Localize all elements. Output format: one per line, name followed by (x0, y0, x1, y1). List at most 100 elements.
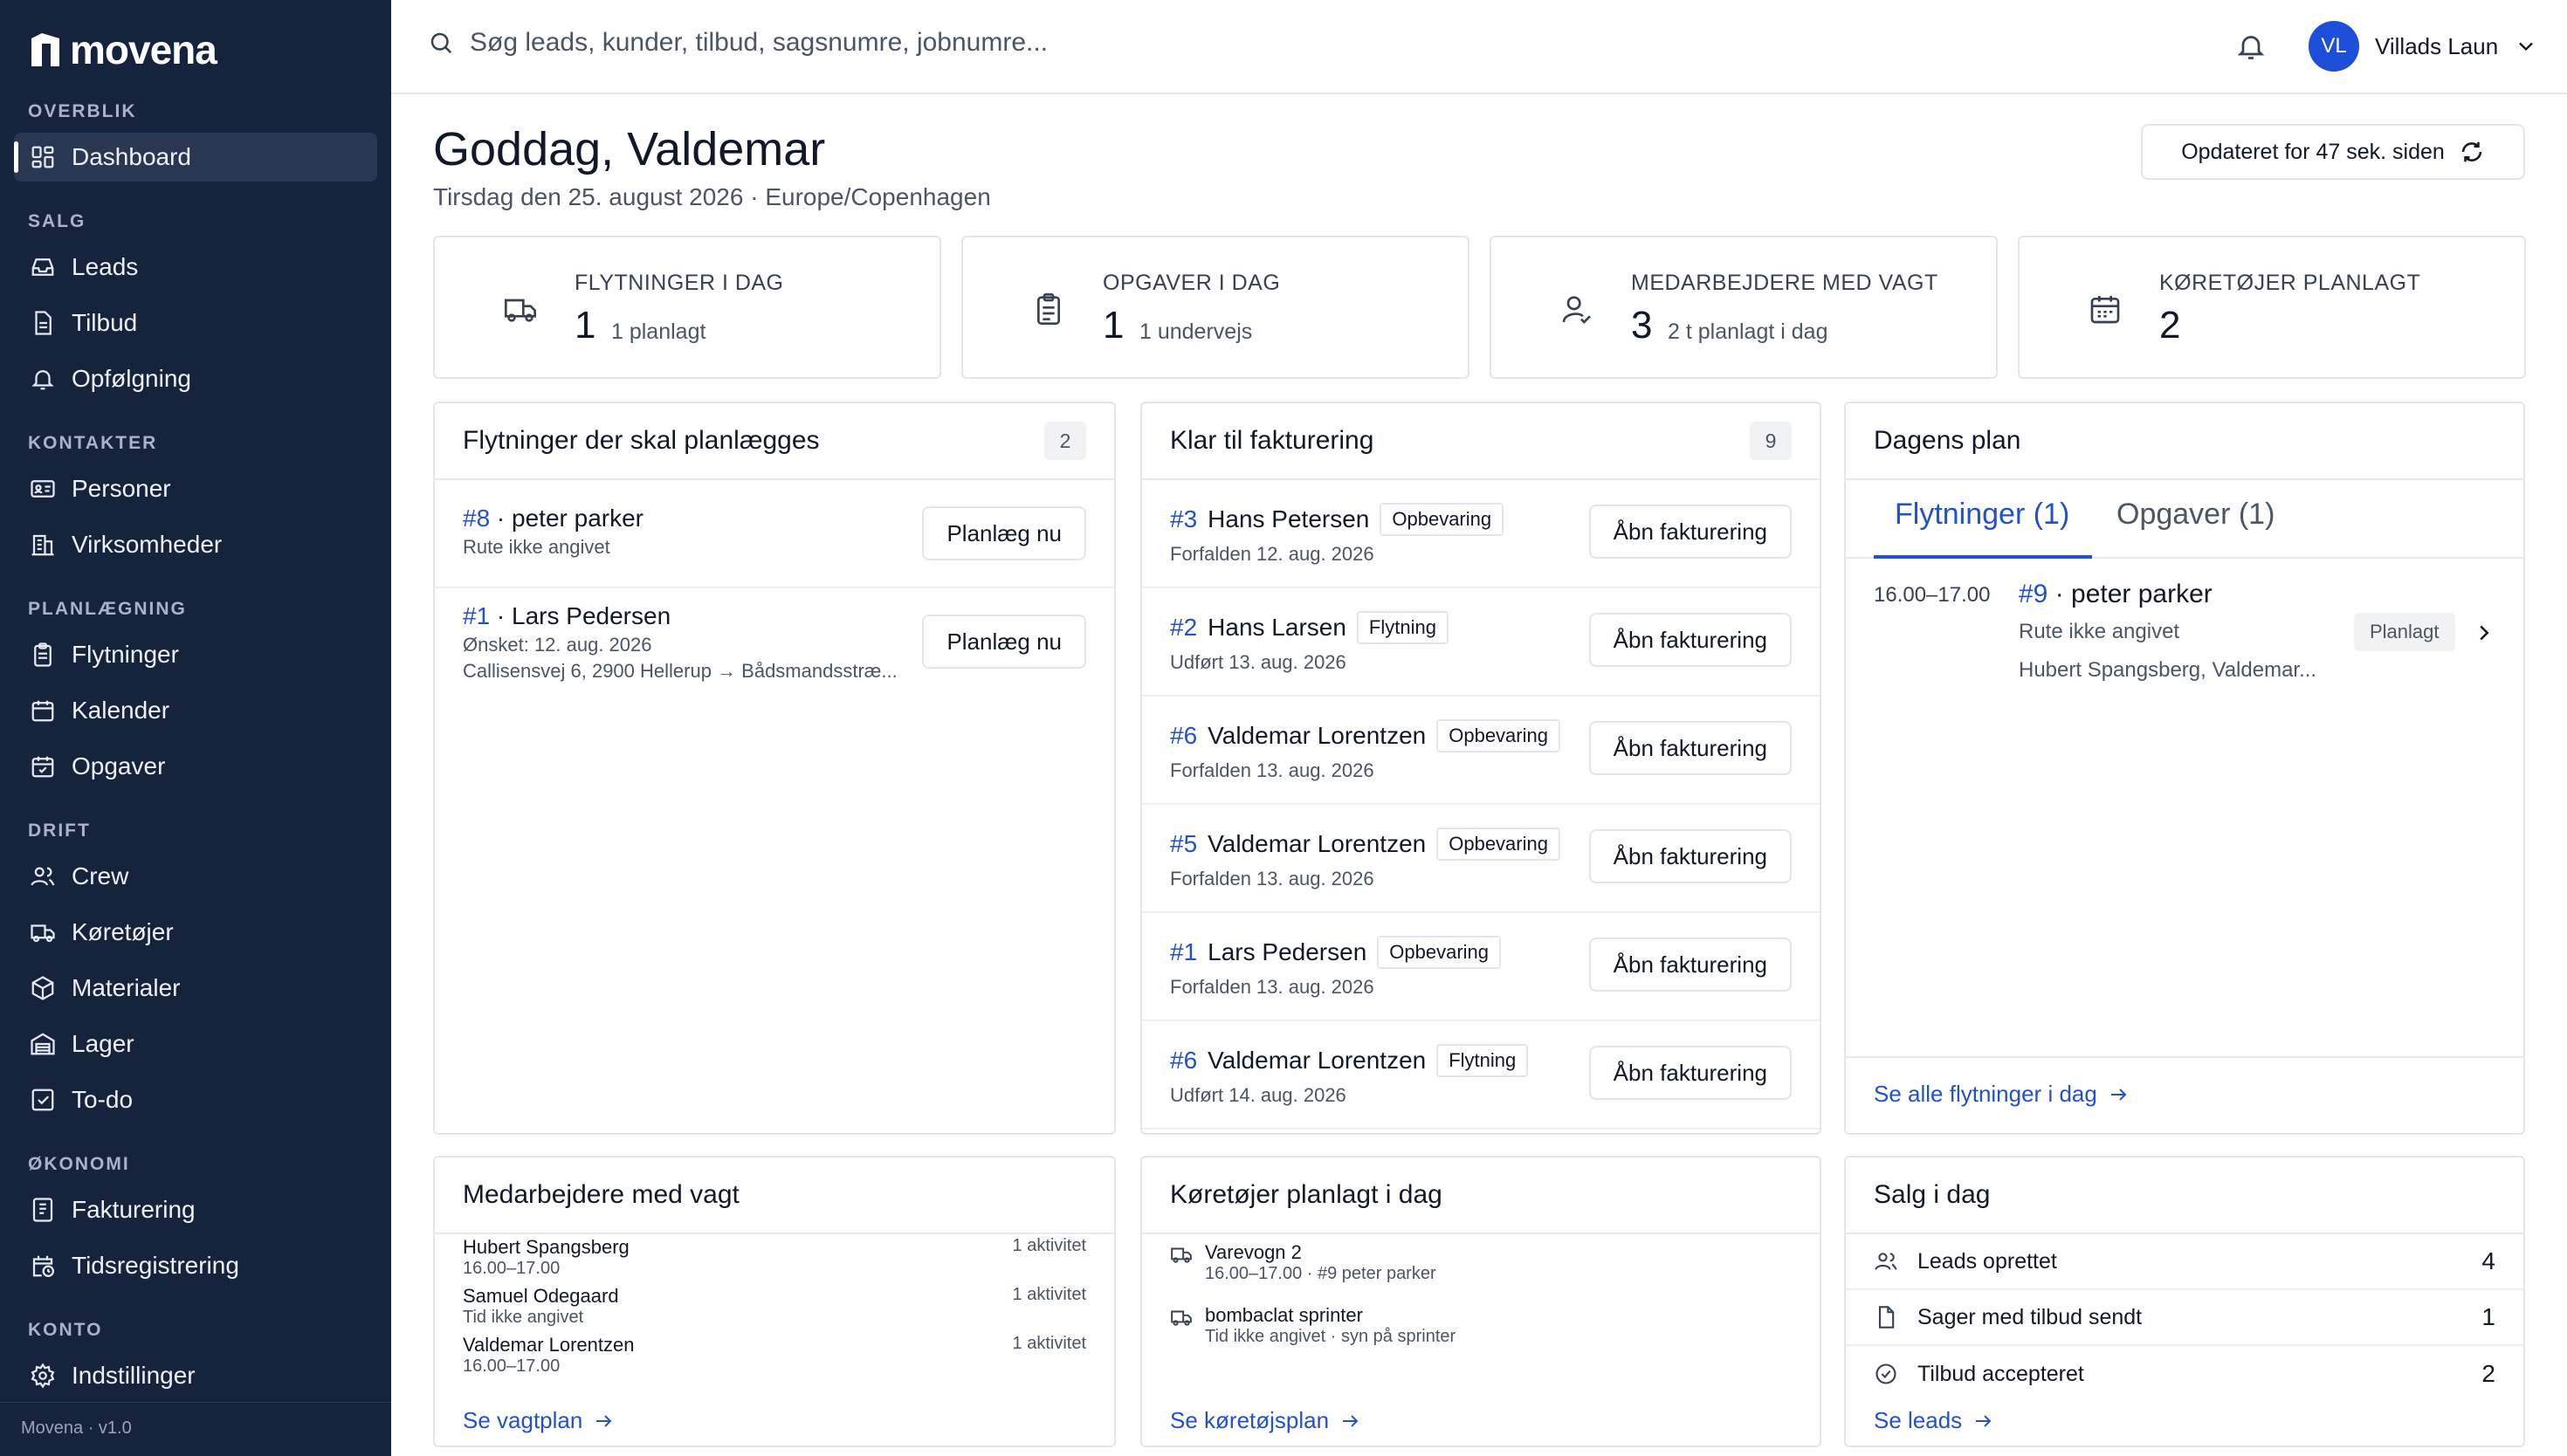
see-all-moves-link[interactable]: Se alle flytninger i dag (1874, 1081, 2129, 1108)
dayplan-item[interactable]: 16.00–17.00 #9 · peter parker Rute ikke … (1846, 578, 2523, 752)
open-billing-button[interactable]: Åbn fakturering (1588, 937, 1792, 992)
planning-card: Flytninger der skal planlægges 2 #8 · pe… (433, 402, 1116, 1135)
plan-now-button[interactable]: Planlæg nu (922, 615, 1086, 669)
sidebar-item-lager[interactable]: Lager (14, 1020, 377, 1068)
dayplan-route: Rute ikke angivet (2019, 620, 2180, 643)
card-title: Køretøjer planlagt i dag (1170, 1180, 1442, 1209)
sidebar-item-crew[interactable]: Crew (14, 852, 377, 901)
job-number[interactable]: #5 (1170, 830, 1197, 858)
sidebar-item-fakturering[interactable]: Fakturering (14, 1185, 377, 1234)
kpi-sub: 2 t planlagt i dag (1668, 319, 1828, 344)
open-billing-button[interactable]: Åbn fakturering (1588, 613, 1792, 667)
notifications-bell-icon[interactable] (2235, 30, 2267, 63)
sidebar-item-leads[interactable]: Leads (14, 243, 377, 292)
open-billing-button[interactable]: Åbn fakturering (1588, 505, 1792, 559)
list-item[interactable]: Valdemar Lorentzen 16.00–17.00 1 aktivit… (463, 1334, 1086, 1377)
clipboard-icon (1037, 293, 1060, 325)
list-item[interactable]: bombaclat sprinter Tid ikke angivet · sy… (1170, 1304, 1792, 1347)
staff-time: Tid ikke angivet (463, 1308, 584, 1327)
truck-icon (1171, 1310, 1192, 1326)
sidebar-item-flytninger[interactable]: Flytninger (14, 630, 377, 679)
staff-name: Valdemar Lorentzen (463, 1334, 635, 1356)
refresh-button[interactable]: Opdateret for 47 sek. siden (2141, 124, 2525, 180)
list-item[interactable]: #1 · Lars Pedersen Ønsket: 12. aug. 2026… (435, 588, 1114, 697)
job-number[interactable]: #9 (2019, 580, 2047, 608)
job-number[interactable]: #6 (1170, 1047, 1197, 1075)
open-billing-button[interactable]: Åbn fakturering (1588, 1046, 1792, 1100)
kpi-label: MEDARBEJDERE MED VAGT (1631, 271, 1938, 295)
see-schedule-link[interactable]: Se vagtplan (463, 1407, 614, 1434)
user-menu[interactable]: VL Villads Laun (2309, 21, 2538, 72)
card-header: Dagens plan (1846, 403, 2523, 480)
job-number[interactable]: #8 (463, 505, 490, 532)
list-item[interactable]: Tilbud accepteret 2 (1846, 1346, 2523, 1402)
open-billing-button[interactable]: Åbn fakturering (1588, 721, 1792, 775)
sidebar-item-koretojer[interactable]: Køretøjer (14, 908, 377, 957)
chevron-right-icon[interactable] (2471, 620, 2497, 646)
list-item[interactable]: Varevogn 2 16.00–17.00 · #9 peter parker (1170, 1241, 1792, 1284)
table-row[interactable]: #1 Lars Pedersen Opbevaring Forfalden 13. … (1142, 913, 1820, 1021)
table-row[interactable]: #5 Valdemar Lorentzen Opbevaring Forfalden… (1142, 805, 1820, 913)
check-circle-icon (1875, 1363, 1896, 1384)
sidebar-item-personer[interactable]: Personer (14, 464, 377, 513)
tab-opgaver[interactable]: Opgaver (1) (2116, 498, 2275, 532)
sidebar-item-label: Flytninger (72, 641, 179, 668)
sidebar-item-label: Leads (72, 253, 139, 280)
see-vehicle-plan-link[interactable]: Se køretøjsplan (1170, 1407, 1360, 1434)
calendar-icon (2090, 296, 2120, 324)
job-number[interactable]: #2 (1170, 614, 1197, 642)
sidebar-item-opfolgning[interactable]: Opfølgning (14, 354, 377, 403)
type-tag: Flytning (1356, 611, 1449, 644)
list-item[interactable]: Sager med tilbud sendt 1 (1846, 1290, 2523, 1346)
table-row[interactable]: #6 Valdemar Lorentzen Opbevaring Forfalden… (1142, 697, 1820, 805)
sidebar-item-materialer[interactable]: Materialer (14, 964, 377, 1013)
staff-time: 16.00–17.00 (463, 1356, 561, 1376)
sidebar-item-opgaver[interactable]: Opgaver (14, 742, 377, 791)
vehicle-detail: Tid ikke angivet · syn på sprinter (1205, 1327, 1456, 1346)
sidebar-item-label: Opfølgning (72, 365, 191, 392)
list-item[interactable]: Leads oprettet 4 (1846, 1234, 2523, 1290)
list-item[interactable]: Hubert Spangsberg 16.00–17.00 1 aktivite… (463, 1236, 1086, 1279)
link-label: Se alle flytninger i dag (1874, 1081, 2097, 1107)
user-check-icon (1562, 296, 1591, 324)
movena-logo-icon (31, 33, 59, 66)
type-tag: Opbevaring (1436, 828, 1560, 861)
sidebar-item-tilbud[interactable]: Tilbud (14, 299, 377, 347)
sidebar-item-label: Tidsregistrering (72, 1252, 239, 1279)
kpi-value: 1 (575, 304, 596, 347)
sidebar-item-virksomheder[interactable]: Virksomheder (14, 520, 377, 569)
open-billing-button[interactable]: Åbn fakturering (1588, 829, 1792, 883)
search-input[interactable] (470, 28, 1517, 58)
sidebar-item-tidsregistrering[interactable]: Tidsregistrering (14, 1241, 377, 1290)
tab-flytninger[interactable]: Flytninger (1) (1895, 498, 2069, 532)
job-number[interactable]: #3 (1170, 505, 1197, 533)
bell-icon (31, 370, 54, 390)
dashboard-icon (31, 146, 54, 168)
table-row[interactable]: #2 Hans Larsen Flytning Udført 13. aug. 20… (1142, 588, 1820, 697)
sidebar-section-overblik: OVERBLIK (28, 101, 137, 121)
table-row[interactable]: #6 Valdemar Lorentzen Flytning Udført 14. … (1142, 1021, 1820, 1130)
sales-label: Tilbud accepteret (1917, 1361, 2084, 1386)
list-item[interactable]: Samuel Odegaard Tid ikke angivet 1 aktiv… (463, 1285, 1086, 1328)
table-row[interactable]: #3 Hans Petersen Opbevaring Forfalden 12. … (1142, 480, 1820, 588)
users-icon (1875, 1253, 1897, 1270)
sales-value: 1 (2481, 1303, 2495, 1330)
sidebar-item-todo[interactable]: To-do (14, 1075, 377, 1124)
plan-now-button[interactable]: Planlæg nu (922, 506, 1086, 560)
sidebar-item-indstillinger[interactable]: Indstillinger (14, 1351, 377, 1400)
document-icon (1878, 1306, 1895, 1329)
sidebar-item-dashboard[interactable]: Dashboard (14, 133, 377, 182)
job-number[interactable]: #6 (1170, 722, 1197, 750)
vehicle-detail: 16.00–17.00 · #9 peter parker (1205, 1264, 1436, 1283)
job-number[interactable]: #1 (463, 602, 490, 629)
sidebar-item-label: Dashboard (72, 143, 191, 170)
search-bar[interactable] (428, 28, 1517, 58)
list-item[interactable]: #8 · peter parker Rute ikke angivet Plan… (435, 480, 1114, 588)
sidebar-item-kalender[interactable]: Kalender (14, 686, 377, 735)
job-customer: · peter parker (2047, 580, 2213, 608)
see-leads-link[interactable]: Se leads (1874, 1407, 1993, 1434)
job-number[interactable]: #1 (1170, 938, 1197, 966)
status-badge: Planlagt (2354, 613, 2455, 651)
calendar-icon (31, 700, 54, 722)
brand-logo[interactable]: movena (30, 26, 217, 73)
